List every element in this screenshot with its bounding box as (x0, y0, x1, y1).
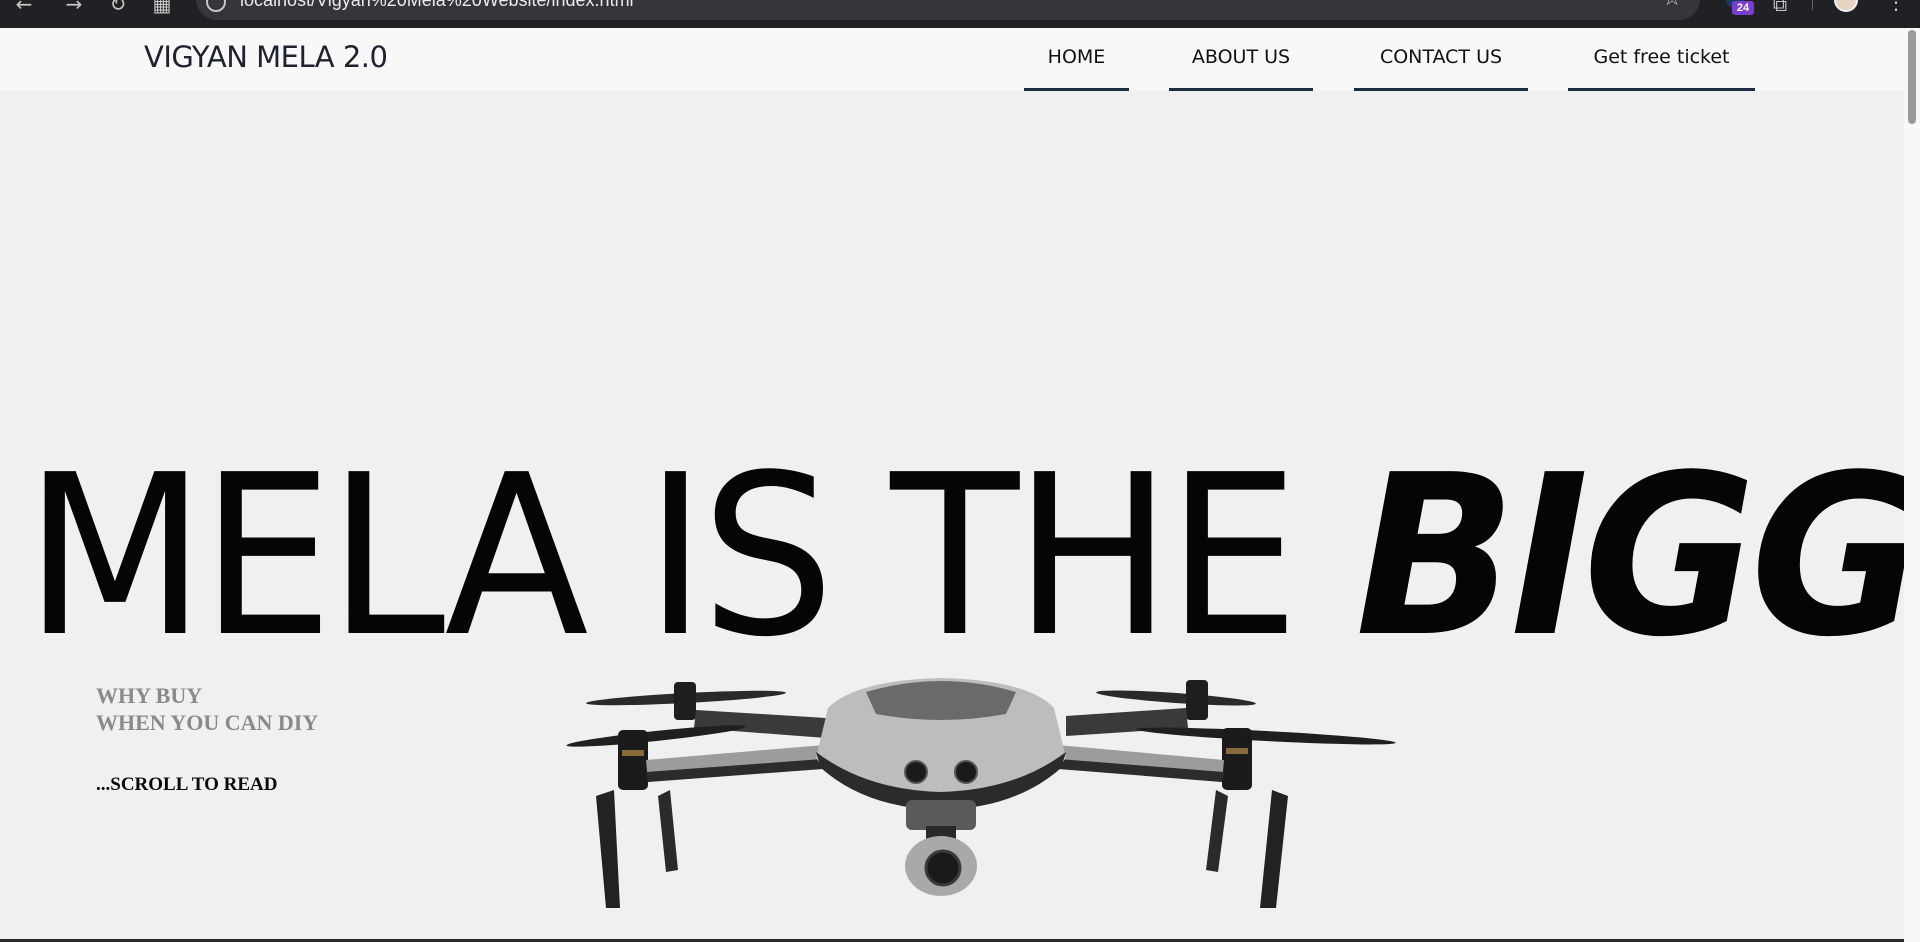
toolbar-divider (1812, 0, 1813, 10)
quadcopter-drone-image (566, 678, 1396, 908)
navbar: VIGYAN MELA 2.0 HOME ABOUT US CONTACT US… (0, 28, 1904, 91)
site-title[interactable]: VIGYAN MELA 2.0 (144, 40, 388, 74)
tagline-line-1: WHY BUY (96, 683, 203, 708)
extension-badge: 24 (1732, 1, 1754, 15)
nav-contact-link[interactable]: CONTACT US (1354, 43, 1528, 91)
apps-icon[interactable]: ▦ (146, 0, 178, 20)
profile-avatar[interactable] (1834, 0, 1858, 12)
forward-arrow-icon[interactable]: → (58, 0, 90, 20)
page-viewport: VIGYAN MELA 2.0 HOME ABOUT US CONTACT US… (0, 28, 1904, 942)
hero-headline-bold: BIGG (1355, 428, 1904, 686)
scrollbar-thumb[interactable] (1908, 30, 1916, 124)
url-text[interactable]: localhost/Vigyan%20Mela%20Website/index.… (240, 0, 634, 11)
page-scrollbar[interactable] (1904, 28, 1920, 942)
nav-about-link[interactable]: ABOUT US (1169, 43, 1313, 91)
scroll-hint: ...SCROLL TO READ (96, 774, 278, 795)
browser-toolbar: ← → ↻ ▦ localhost/Vigyan%20Mela%20Websit… (0, 0, 1920, 28)
get-ticket-button[interactable]: Get free ticket (1568, 43, 1755, 91)
menu-dots-icon[interactable]: ⋮ (1886, 0, 1906, 14)
nav-home-link[interactable]: HOME (1024, 43, 1129, 91)
star-icon[interactable]: ☆ (1662, 0, 1682, 10)
site-info-icon[interactable] (206, 0, 226, 12)
back-arrow-icon[interactable]: ← (8, 0, 40, 20)
hero-headline: MELA IS THE BIGG (24, 446, 1904, 668)
tagline-line-2: WHEN YOU CAN DIY (96, 710, 319, 735)
tagline: WHY BUY WHEN YOU CAN DIY (96, 682, 318, 736)
puzzle-icon[interactable]: ⧉ (1764, 0, 1796, 20)
address-bar[interactable]: localhost/Vigyan%20Mela%20Website/index.… (196, 0, 1700, 20)
reload-icon[interactable]: ↻ (102, 0, 134, 20)
